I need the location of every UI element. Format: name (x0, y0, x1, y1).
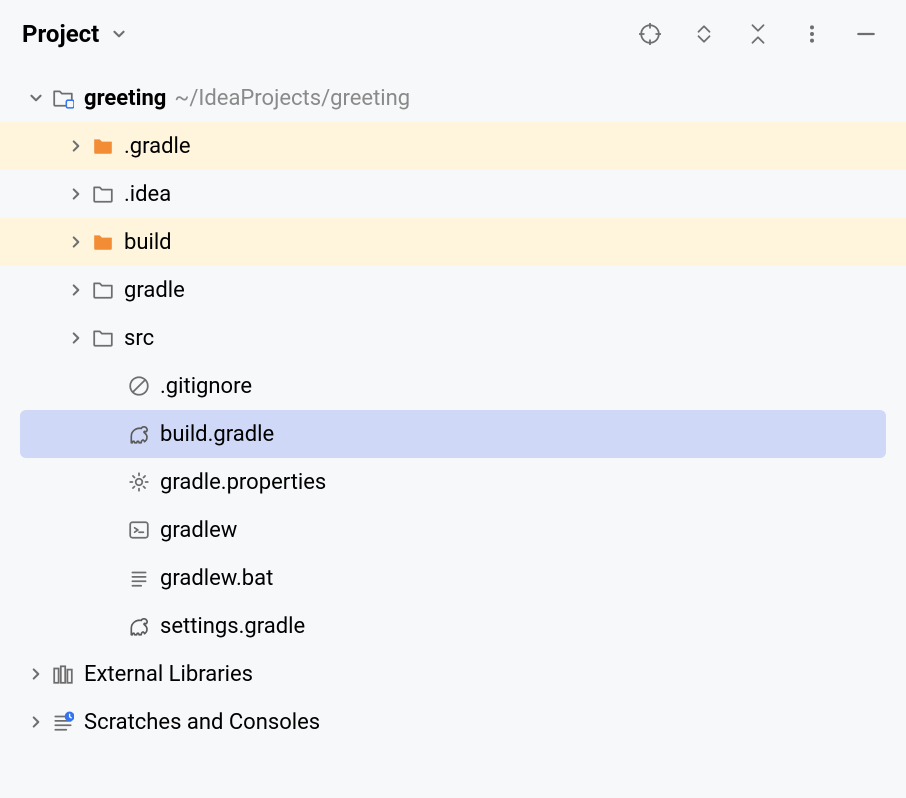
tree-node-label: .gitignore (160, 374, 252, 399)
scratches-icon (48, 711, 78, 733)
more-options-button[interactable] (792, 14, 832, 54)
project-tree: greeting ~/IdeaProjects/greeting .gradle… (0, 68, 906, 746)
tree-node-file[interactable]: build.gradle (20, 410, 886, 458)
tree-node-scratches[interactable]: Scratches and Consoles (0, 698, 906, 746)
chevron-right-icon[interactable] (24, 714, 48, 730)
gradle-icon (124, 423, 154, 445)
tree-node-folder[interactable]: .idea (0, 170, 906, 218)
tree-node-label: gradle (124, 278, 185, 303)
panel-title[interactable]: Project (22, 20, 99, 48)
folder-icon (88, 279, 118, 301)
tree-node-label: greeting (84, 86, 166, 111)
chevron-right-icon[interactable] (64, 234, 88, 250)
module-icon (48, 87, 78, 109)
tree-node-folder[interactable]: src (0, 314, 906, 362)
project-tool-window: Project greeting ~/IdeaProjects/greeting… (0, 0, 906, 798)
terminal-icon (124, 519, 154, 541)
chevron-right-icon[interactable] (64, 330, 88, 346)
tree-node-file[interactable]: gradle.properties (0, 458, 906, 506)
tree-node-label: .idea (124, 182, 171, 207)
tree-node-folder[interactable]: gradle (0, 266, 906, 314)
chevron-right-icon[interactable] (24, 666, 48, 682)
chevron-down-icon[interactable] (111, 26, 127, 42)
library-icon (48, 663, 78, 685)
chevron-down-icon[interactable] (24, 90, 48, 106)
tree-node-file[interactable]: gradlew (0, 506, 906, 554)
folder-icon (88, 327, 118, 349)
tree-node-label: src (124, 326, 154, 351)
hide-button[interactable] (846, 14, 886, 54)
tree-node-external-libraries[interactable]: External Libraries (0, 650, 906, 698)
tree-node-label: gradle.properties (160, 470, 326, 495)
chevron-right-icon[interactable] (64, 138, 88, 154)
tree-node-file[interactable]: gradlew.bat (0, 554, 906, 602)
tree-node-root[interactable]: greeting ~/IdeaProjects/greeting (0, 74, 906, 122)
folder-icon (88, 183, 118, 205)
text-file-icon (124, 567, 154, 589)
chevron-right-icon[interactable] (64, 186, 88, 202)
tree-node-label: build.gradle (160, 422, 274, 447)
tree-node-folder[interactable]: .gradle (0, 122, 906, 170)
folder-icon (88, 231, 118, 253)
tree-node-path: ~/IdeaProjects/greeting (174, 86, 410, 111)
expand-all-button[interactable] (684, 14, 724, 54)
tree-node-label: build (124, 230, 172, 255)
tree-node-label: .gradle (124, 134, 191, 159)
collapse-all-button[interactable] (738, 14, 778, 54)
tree-node-label: settings.gradle (160, 614, 305, 639)
tree-node-file[interactable]: settings.gradle (0, 602, 906, 650)
project-panel-header: Project (0, 0, 906, 68)
tree-node-folder[interactable]: build (0, 218, 906, 266)
ignore-icon (124, 375, 154, 397)
gear-icon (124, 471, 154, 493)
tree-node-label: gradlew (160, 518, 237, 543)
tree-node-label: Scratches and Consoles (84, 710, 320, 735)
tree-node-label: External Libraries (84, 662, 253, 687)
tree-node-label: gradlew.bat (160, 566, 273, 591)
chevron-right-icon[interactable] (64, 282, 88, 298)
tree-node-file[interactable]: .gitignore (0, 362, 906, 410)
gradle-icon (124, 615, 154, 637)
select-opened-file-button[interactable] (630, 14, 670, 54)
folder-icon (88, 135, 118, 157)
